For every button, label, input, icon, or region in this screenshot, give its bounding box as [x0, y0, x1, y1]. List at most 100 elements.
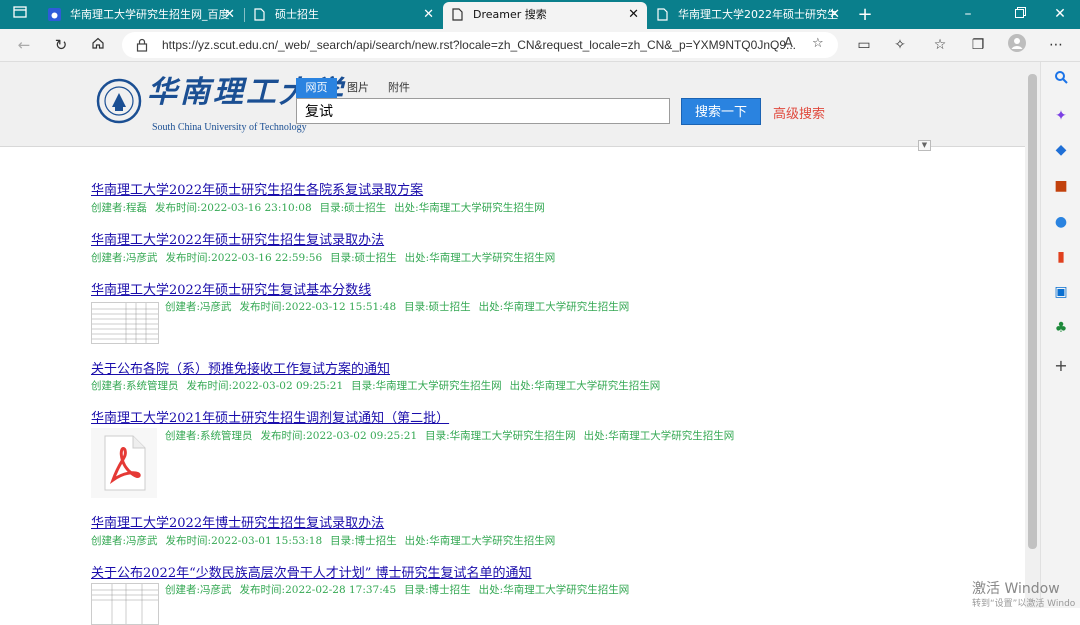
result-directory: 目录:硕士招生 [319, 202, 387, 214]
close-tab-icon[interactable]: ✕ [423, 2, 434, 27]
close-tab-icon[interactable]: ✕ [224, 2, 235, 27]
browser-toolbar: ← ↻ https://yz.scut.edu.cn/_web/_search/… [0, 29, 1080, 62]
tab-web[interactable]: 网页 [296, 78, 337, 98]
page-icon [452, 8, 463, 21]
tab-images[interactable]: 图片 [346, 78, 370, 98]
result-source: 出处:华南理工大学研究生招生网 [404, 252, 556, 264]
tab-label: 华南理工大学2022年硕士研究生 [678, 8, 838, 21]
browser-tab-bar: 华南理工大学研究生招生网_百度 ✕ 硕士招生 ✕ Dreamer 搜索 ✕ 华南… [0, 0, 1080, 29]
tab-attachments[interactable]: 附件 [387, 78, 411, 98]
edge-sidebar: ✦ ◆ ■ ● ▮ ▣ ♣ + [1040, 62, 1080, 608]
profile-avatar[interactable] [1005, 34, 1029, 56]
search-icon[interactable] [1051, 70, 1071, 90]
result-meta: 创建者:冯彦武 发布时间:2022-03-16 22:59:56 目录:硕士招生 出处… [91, 250, 563, 265]
close-window-icon[interactable]: ✕ [1040, 0, 1080, 29]
university-logo-english: South China University of Technology [152, 122, 307, 133]
result-directory: 目录:博士招生 [330, 535, 397, 547]
result-creator: 创建者:系统管理员 [91, 380, 179, 392]
result-source: 出处:华南理工大学研究生招生网 [394, 202, 545, 214]
new-tab-icon[interactable]: + [845, 0, 885, 29]
result-source: 出处:华南理工大学研究生招生网 [509, 380, 661, 392]
result-meta: 创建者:程磊 发布时间:2022-03-16 23:10:08 目录:硕士招生 出处:… [91, 200, 553, 215]
url-text[interactable]: https://yz.scut.edu.cn/_web/_search/api/… [162, 32, 802, 58]
close-tab-icon[interactable]: ✕ [628, 2, 639, 27]
result-time: 发布时间:2022-03-02 09:25:21 [186, 380, 344, 392]
university-seal-icon [96, 78, 142, 124]
more-menu-icon[interactable]: ⋯ [1044, 34, 1068, 56]
result-directory: 目录:硕士招生 [404, 301, 471, 313]
copilot-sparkle-icon[interactable]: ✦ [1051, 106, 1071, 126]
search-input[interactable] [297, 99, 669, 123]
minimize-icon[interactable]: – [948, 0, 988, 29]
page-scrollbar[interactable] [1025, 62, 1040, 608]
refresh-icon[interactable]: ↻ [49, 34, 73, 56]
collapse-toggle-icon[interactable]: ▼ [918, 140, 931, 151]
result-title[interactable]: 关于公布2022年“少数民族高层次骨干人才计划” 博士研究生复试名单的通知 [91, 562, 532, 581]
activation-watermark: 激活 Window [972, 581, 1060, 597]
result-source: 出处:华南理工大学研究生招生网 [404, 535, 556, 547]
office-icon[interactable]: ▮ [1051, 247, 1071, 267]
tab-actions-icon[interactable] [0, 0, 40, 29]
tab-label: 华南理工大学研究生招生网_百度 [70, 8, 230, 21]
tools-icon[interactable]: ■ [1051, 176, 1071, 196]
address-bar[interactable]: https://yz.scut.edu.cn/_web/_search/api/… [122, 32, 838, 58]
close-tab-icon[interactable]: ✕ [829, 2, 840, 27]
result-title[interactable]: 华南理工大学2021年硕士研究生招生调剂复试通知（第二批） [91, 407, 449, 426]
result-source: 出处:华南理工大学研究生招生网 [478, 584, 630, 596]
pdf-file-icon[interactable] [91, 428, 157, 498]
advanced-search-link[interactable]: 高级搜索 [773, 103, 825, 122]
baidu-favicon-icon [48, 8, 61, 21]
page-icon [254, 8, 265, 21]
result-directory: 目录:硕士招生 [330, 252, 397, 264]
read-aloud-icon[interactable]: A [784, 36, 793, 51]
tab-baidu[interactable]: 华南理工大学研究生招生网_百度 ✕ [40, 2, 243, 29]
result-title[interactable]: 华南理工大学2022年硕士研究生招生各院系复试录取方案 [91, 179, 423, 198]
tab-scut-2022[interactable]: 华南理工大学2022年硕士研究生 ✕ [648, 2, 848, 29]
lock-icon[interactable] [136, 38, 148, 52]
tree-icon[interactable]: ♣ [1051, 318, 1071, 338]
result-meta: 创建者:冯彦武 发布时间:2022-02-28 17:37:45 目录:博士招生 出处… [165, 582, 637, 597]
tab-dreamer-search[interactable]: Dreamer 搜索 ✕ [443, 2, 647, 29]
result-creator: 创建者:冯彦武 [165, 584, 232, 596]
immersive-reader-icon[interactable]: ▭ [852, 34, 876, 56]
result-creator: 创建者:冯彦武 [91, 252, 158, 264]
search-box[interactable] [296, 98, 670, 124]
result-time: 发布时间:2022-03-02 09:25:21 [260, 430, 418, 442]
add-sidebar-app-icon[interactable]: + [1051, 356, 1071, 376]
result-thumbnail-table[interactable] [91, 302, 159, 344]
result-thumbnail-table[interactable] [91, 583, 159, 625]
search-header: 华南理工大学 South China University of Technol… [0, 62, 1025, 147]
favorites-icon[interactable]: ☆ [928, 34, 952, 56]
result-title[interactable]: 华南理工大学2022年博士研究生招生复试录取办法 [91, 512, 384, 531]
result-time: 发布时间:2022-03-12 15:51:48 [239, 301, 397, 313]
tab-label: Dreamer 搜索 [473, 8, 547, 21]
result-time: 发布时间:2022-02-28 17:37:45 [239, 584, 397, 596]
search-button[interactable]: 搜索一下 [681, 98, 761, 125]
home-icon[interactable] [86, 34, 110, 56]
activation-watermark-subtext: 转到“设置”以激活 Windo [972, 599, 1076, 609]
result-source: 出处:华南理工大学研究生招生网 [478, 301, 630, 313]
shopping-tag-icon[interactable]: ◆ [1051, 140, 1071, 160]
restore-icon[interactable] [1000, 0, 1040, 29]
result-time: 发布时间:2022-03-01 15:53:18 [165, 535, 323, 547]
scrollbar-thumb[interactable] [1028, 74, 1037, 549]
result-directory: 目录:博士招生 [404, 584, 471, 596]
people-icon[interactable]: ● [1051, 212, 1071, 232]
extensions-icon[interactable]: ✧ [888, 34, 912, 56]
result-directory: 目录:华南理工大学研究生招生网 [351, 380, 502, 392]
outlook-icon[interactable]: ▣ [1051, 282, 1071, 302]
result-meta: 创建者:系统管理员 发布时间:2022-03-02 09:25:21 目录:华南理工… [91, 378, 668, 393]
result-meta: 创建者:冯彦武 发布时间:2022-03-01 15:53:18 目录:博士招生 出处… [91, 533, 563, 548]
result-title[interactable]: 华南理工大学2022年硕士研究生复试基本分数线 [91, 279, 371, 298]
result-directory: 目录:华南理工大学研究生招生网 [425, 430, 576, 442]
result-creator: 创建者:系统管理员 [165, 430, 253, 442]
result-creator: 创建者:冯彦武 [165, 301, 232, 313]
back-icon[interactable]: ← [12, 34, 36, 56]
tab-shuoshi[interactable]: 硕士招生 ✕ [245, 2, 442, 29]
result-title[interactable]: 关于公布各院（系）预推免接收工作复试方案的通知 [91, 358, 390, 377]
favorite-star-icon[interactable]: ☆ [812, 36, 824, 51]
result-meta: 创建者:冯彦武 发布时间:2022-03-12 15:51:48 目录:硕士招生 出处… [165, 299, 637, 314]
page-icon [657, 8, 668, 21]
collections-icon[interactable]: ❐ [966, 34, 990, 56]
result-title[interactable]: 华南理工大学2022年硕士研究生招生复试录取办法 [91, 229, 384, 248]
